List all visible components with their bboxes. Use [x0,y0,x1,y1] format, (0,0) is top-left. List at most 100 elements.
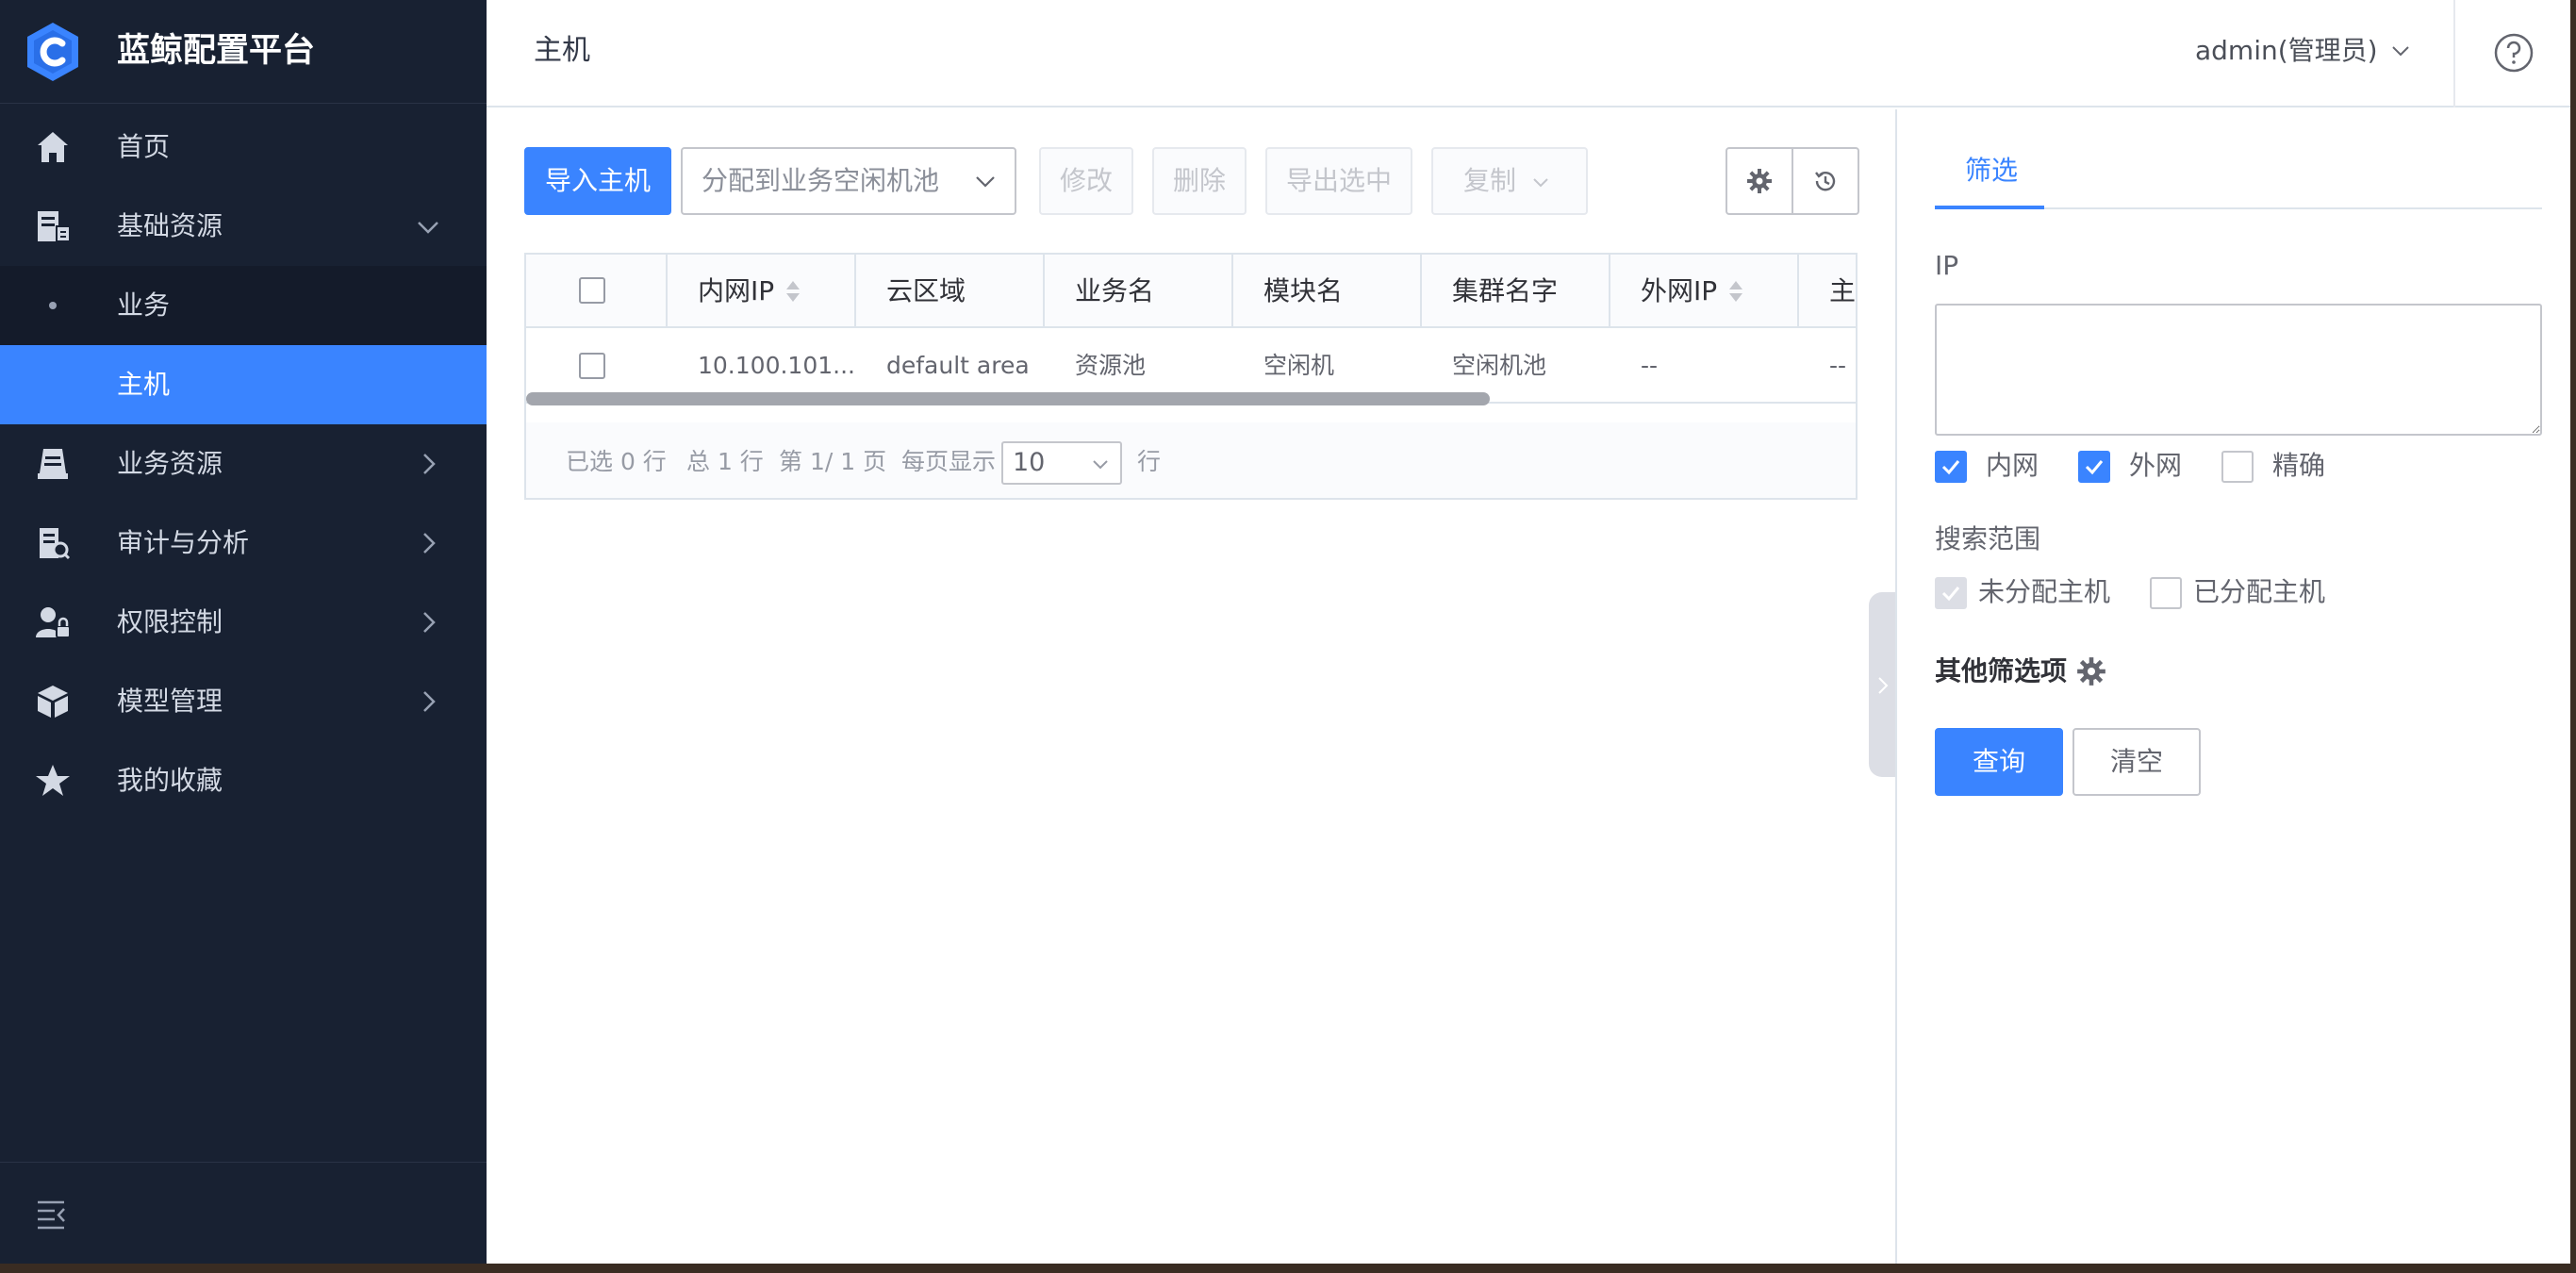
page-title: 主机 [534,30,590,72]
unassigned-hosts-checkbox[interactable] [1935,577,1967,609]
export-selected-button[interactable]: 导出选中 [1265,147,1412,215]
select-all-cell [526,255,668,328]
history-button[interactable] [1792,147,1859,215]
ip-textarea[interactable] [1935,304,2542,436]
assigned-hosts-checkbox[interactable] [2150,577,2182,609]
page-size-select[interactable]: 10 [1001,441,1122,485]
sort-icon [1727,279,1744,304]
column-header-inner-ip[interactable]: 内网IP [668,255,856,328]
select-all-checkbox[interactable] [579,277,605,304]
sidebar-footer [0,1162,487,1264]
column-header-cluster: 集群名字 [1422,255,1610,328]
check-icon [1940,584,1961,603]
exact-checkbox[interactable] [2221,451,2254,483]
cube-icon [34,683,72,720]
row-checkbox[interactable] [579,353,605,379]
clear-button[interactable]: 清空 [2072,728,2201,796]
chevron-right-icon [411,685,445,719]
sidebar-item-business[interactable]: 业务 [0,266,487,345]
sidebar-item-label: 审计与分析 [117,524,249,562]
assign-to-pool-select[interactable]: 分配到业务空闲机池 [681,147,1016,215]
chevron-right-icon [411,605,445,639]
hosts-table: 内网IP 云区域 业务名 模块名 集群名字 外网IP 主 [524,253,1858,500]
main-content: 导入主机 分配到业务空闲机池 修改 删除 导出选中 复制 [487,109,1895,1264]
desktop-background [0,1264,2576,1273]
logo-icon [25,21,81,83]
ip-label: IP [1935,247,1958,285]
chevron-right-icon [411,447,445,481]
column-header-cloud-area: 云区域 [856,255,1045,328]
column-header-outer-ip[interactable]: 外网IP [1610,255,1799,328]
sidebar: 蓝鲸配置平台 首页 基础资源 业务 [0,0,487,1264]
selected-count: 已选 0 行 [566,422,667,500]
server-icon [34,207,72,245]
permission-icon [34,603,72,641]
page-size-value: 10 [1013,443,1045,483]
user-menu[interactable]: admin(管理员) [2195,28,2414,74]
sidebar-item-label: 权限控制 [117,603,223,641]
per-page-label: 每页显示 [901,422,996,500]
table-header: 内网IP 云区域 业务名 模块名 集群名字 外网IP 主 [526,255,1858,328]
star-icon [34,762,72,800]
desktop-background-edge [2570,0,2576,1273]
tab-filter[interactable]: 筛选 [1965,151,2018,190]
outer-net-checkbox[interactable] [2078,451,2110,483]
filter-panel: 筛选 IP 内网 外网 精确 搜索范围 未分配主机 已分配主机 其他筛选项 [1895,109,2570,1264]
import-hosts-button[interactable]: 导入主机 [524,147,671,215]
delete-button[interactable]: 删除 [1152,147,1247,215]
sort-icon [784,279,801,304]
user-name: admin(管理员) [2195,28,2378,74]
edit-button[interactable]: 修改 [1039,147,1133,215]
chevron-down-icon [1529,172,1552,194]
inner-net-label: 内网 [1986,447,2039,485]
sidebar-item-hosts[interactable]: 主机 [0,345,487,424]
table-pagination: 已选 0 行 总 1 行 第 1/ 1 页 每页显示 10 行 [526,422,1858,500]
gear-icon [1746,168,1773,194]
check-icon [2084,457,2105,476]
header-divider [2453,0,2455,107]
sidebar-item-favorites[interactable]: 我的收藏 [0,741,487,820]
collapse-filter-toggle[interactable] [1869,592,1895,777]
sidebar-item-label: 模型管理 [117,683,223,720]
inner-net-checkbox[interactable] [1935,451,1967,483]
sidebar-item-label: 主机 [117,366,170,404]
sidebar-item-basic-resources[interactable]: 基础资源 [0,187,487,266]
query-button[interactable]: 查询 [1935,728,2063,796]
column-header-business: 业务名 [1045,255,1233,328]
outer-net-label: 外网 [2129,447,2182,485]
bullet-icon [49,302,57,309]
column-header-more: 主 [1799,255,1858,328]
horizontal-scrollbar[interactable] [526,392,1490,405]
sidebar-item-label: 业务 [117,287,170,324]
copy-button[interactable]: 复制 [1431,147,1588,215]
page-indicator: 第 1/ 1 页 [779,422,886,500]
other-filters-label: 其他筛选项 [1935,653,2067,690]
collapse-menu-icon[interactable] [34,1197,68,1231]
gear-icon[interactable] [2076,656,2106,686]
header: 主机 admin(管理员) [487,0,2570,107]
brand-title: 蓝鲸配置平台 [117,26,315,75]
cell-outer-ip: -- [1610,328,1799,404]
exact-label: 精确 [2272,447,2325,485]
assigned-hosts-label: 已分配主机 [2193,573,2325,611]
unassigned-hosts-label: 未分配主机 [1978,573,2110,611]
help-icon[interactable] [2493,32,2535,74]
sidebar-item-permissions[interactable]: 权限控制 [0,583,487,662]
assign-select-value: 分配到业务空闲机池 [702,165,939,196]
row-unit-label: 行 [1137,422,1161,500]
sidebar-item-business-resources[interactable]: 业务资源 [0,424,487,504]
column-settings-button[interactable] [1726,147,1793,215]
sidebar-item-audit[interactable]: 审计与分析 [0,504,487,583]
sidebar-item-models[interactable]: 模型管理 [0,662,487,741]
chevron-down-icon [2387,38,2414,64]
total-count: 总 1 行 [686,422,764,500]
chevron-down-icon [1090,455,1111,475]
brand: 蓝鲸配置平台 [0,0,487,104]
check-icon [1940,457,1961,476]
sidebar-item-label: 业务资源 [117,445,223,483]
chevron-right-icon [411,526,445,560]
business-resource-icon [34,445,72,483]
sidebar-item-label: 基础资源 [117,207,223,245]
sidebar-item-home[interactable]: 首页 [0,107,487,187]
search-scope-label: 搜索范围 [1935,521,2040,558]
